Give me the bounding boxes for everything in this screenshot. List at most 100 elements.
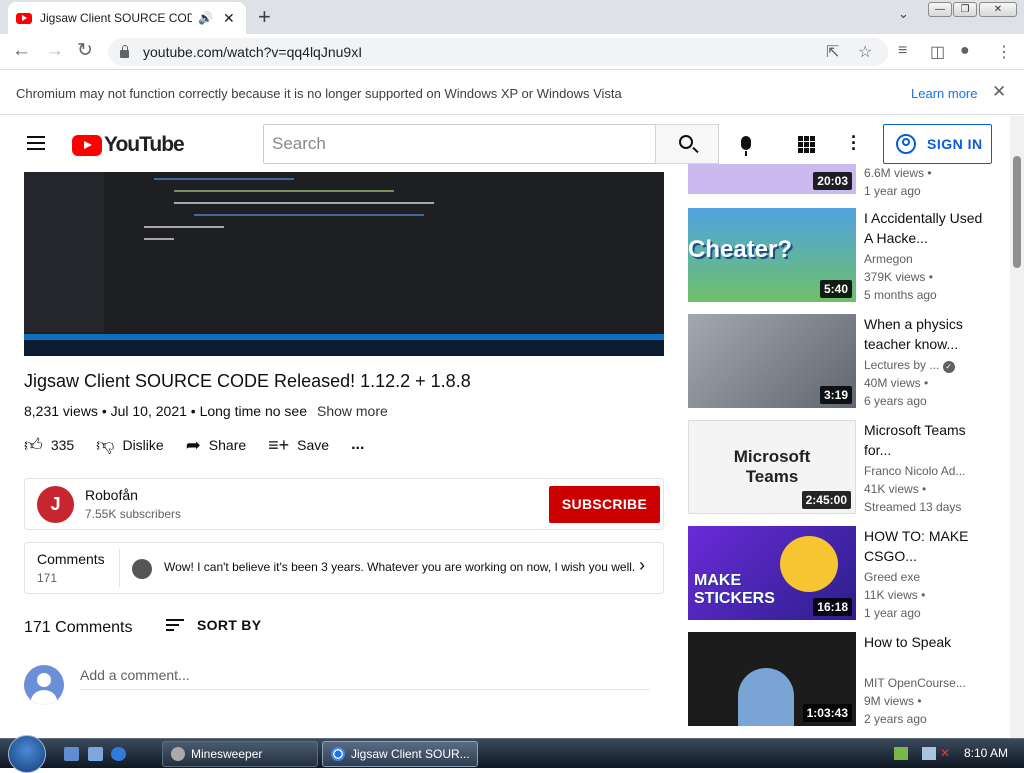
video-thumbnail[interactable]: 1:03:43	[688, 632, 856, 726]
more-actions-button[interactable]: ...	[351, 436, 364, 454]
video-views: 40M views •	[864, 376, 929, 390]
recommended-video[interactable]: Microsoft Teams 2:45:00 Microsoft Teams …	[688, 420, 1004, 516]
youtube-logo[interactable]: YouTube	[72, 133, 185, 157]
share-page-icon[interactable]: ⇱	[826, 42, 839, 62]
channel-name[interactable]: Robofån	[85, 487, 138, 503]
share-label: Share	[208, 437, 247, 453]
video-title[interactable]: Microsoft Teams for...	[864, 420, 988, 460]
chromium-icon	[331, 747, 345, 761]
learn-more-link[interactable]: Learn more	[911, 86, 977, 101]
video-title[interactable]: HOW TO: MAKE CSGO...	[864, 526, 988, 566]
settings-more-icon[interactable]: · · ·	[851, 128, 857, 158]
sort-by-button[interactable]: SORT BY	[166, 617, 261, 633]
scrollbar-thumb[interactable]	[1013, 156, 1021, 268]
video-duration: 5:40	[819, 280, 852, 298]
maximize-button[interactable]: ❐	[953, 2, 977, 17]
thumbs-up-icon: 👍︎	[24, 435, 43, 455]
video-duration: 2:45:00	[801, 491, 851, 509]
code-line	[154, 178, 294, 180]
comments-teaser[interactable]: Comments 171 Wow! I can't believe it's b…	[24, 542, 664, 594]
apps-grid-icon[interactable]	[798, 136, 815, 153]
code-file-tree	[24, 172, 104, 332]
add-comment-input[interactable]: Add a comment...	[80, 667, 650, 690]
bookmark-star-icon[interactable]: ☆	[858, 42, 872, 62]
code-line	[174, 190, 394, 192]
channel-name[interactable]: Lectures by ... ✓	[864, 358, 955, 373]
media-control-icon[interactable]: ≡	[898, 42, 907, 60]
recommended-video[interactable]: Cheater? 5:40 I Accidentally Used A Hack…	[688, 208, 1004, 304]
address-bar[interactable]: youtube.com/watch?v=qq4lqJnu9xI	[108, 38, 888, 66]
browser-menu-icon[interactable]: ⋮	[996, 42, 1012, 62]
share-arrow-icon: ➦	[185, 434, 201, 455]
subscribe-button[interactable]: SUBSCRIBE	[549, 486, 660, 523]
dislike-button[interactable]: 👎︎ Dislike	[96, 434, 164, 456]
close-tab-icon[interactable]: ✕	[223, 10, 235, 27]
reload-icon[interactable]: ↻	[77, 40, 93, 62]
show-desktop-icon[interactable]	[64, 747, 79, 761]
video-age: Streamed 13 days	[864, 500, 962, 514]
save-button[interactable]: ≡+ Save	[268, 435, 329, 456]
chevron-right-icon[interactable]: ›	[639, 555, 645, 576]
tab-search-chevron-icon[interactable]: ⌄	[898, 6, 909, 22]
sign-in-button[interactable]: SIGN IN	[883, 124, 992, 164]
close-window-button[interactable]: ✕	[979, 2, 1017, 17]
channel-avatar[interactable]: J	[37, 486, 74, 523]
video-age: 2 years ago	[864, 712, 927, 726]
tab-title: Jigsaw Client SOURCE CODE	[40, 11, 192, 25]
recommended-video[interactable]: 3:19 When a physics teacher know... Lect…	[688, 314, 1004, 410]
channel-name[interactable]: Armegon	[864, 252, 913, 266]
forward-icon[interactable]: →	[45, 40, 64, 62]
video-player[interactable]	[24, 172, 664, 356]
recommended-video[interactable]: 20:03 6.6M views • 1 year ago	[688, 164, 1004, 202]
voice-search-mic-icon[interactable]	[741, 136, 751, 156]
volume-muted-icon[interactable]: ✕	[940, 747, 954, 760]
video-title[interactable]: How to Speak	[864, 632, 988, 652]
channel-row: J Robofån 7.55K subscribers SUBSCRIBE	[24, 478, 664, 530]
share-button[interactable]: ➦ Share	[186, 435, 246, 456]
video-views-date: 8,231 views • Jul 10, 2021 • Long time n…	[24, 403, 307, 419]
internet-explorer-icon[interactable]	[111, 747, 126, 761]
search-button[interactable]	[655, 124, 719, 164]
comments-label: Comments	[37, 551, 105, 567]
search-input[interactable]: Search	[263, 124, 656, 164]
show-more-link[interactable]: Show more	[317, 403, 388, 419]
channel-name[interactable]: Greed exe	[864, 570, 920, 584]
minimize-button[interactable]: —	[928, 2, 952, 17]
channel-name[interactable]: Franco Nicolo Ad...	[864, 464, 965, 478]
close-infobar-icon[interactable]: ✕	[992, 82, 1006, 102]
like-button[interactable]: 👍︎ 335	[24, 434, 74, 456]
unsupported-os-infobar: Chromium may not function correctly beca…	[0, 71, 1024, 115]
video-duration: 3:19	[819, 386, 852, 404]
back-icon[interactable]: ←	[12, 40, 31, 62]
recommended-video[interactable]: 1:03:43 How to Speak MIT OpenCourse... 9…	[688, 632, 1004, 728]
video-age: 6 years ago	[864, 394, 927, 408]
taskbar-minesweeper[interactable]: Minesweeper	[162, 741, 318, 767]
video-thumbnail[interactable]: Microsoft Teams 2:45:00	[688, 420, 856, 514]
lock-icon	[120, 45, 129, 58]
speaker-icon[interactable]: 🔊	[198, 11, 213, 25]
page-scrollbar[interactable]	[1010, 116, 1024, 738]
video-thumbnail[interactable]: 20:03	[688, 164, 856, 194]
monitor-tray-icon[interactable]	[922, 747, 936, 760]
taskbar-browser[interactable]: Jigsaw Client SOUR...	[322, 741, 478, 767]
video-thumbnail[interactable]: 3:19	[688, 314, 856, 408]
recommended-video[interactable]: MAKE STICKERS 16:18 HOW TO: MAKE CSGO...…	[688, 526, 1004, 622]
network-tray-icon[interactable]	[894, 747, 908, 760]
browser-tab[interactable]: Jigsaw Client SOURCE CODE 🔊 ✕	[8, 2, 246, 34]
more-horizontal-icon: ...	[351, 436, 365, 453]
commenter-avatar	[132, 559, 152, 579]
new-tab-icon[interactable]: +	[258, 4, 271, 30]
video-thumbnail[interactable]: MAKE STICKERS 16:18	[688, 526, 856, 620]
channel-name[interactable]: MIT OpenCourse...	[864, 676, 966, 690]
video-thumbnail[interactable]: Cheater? 5:40	[688, 208, 856, 302]
hamburger-menu-icon[interactable]	[27, 136, 45, 150]
video-title[interactable]: I Accidentally Used A Hacke...	[864, 208, 988, 248]
start-button[interactable]	[8, 735, 46, 773]
clock[interactable]: 8:10 AM	[964, 746, 1008, 760]
side-panel-icon[interactable]: ◫	[930, 42, 945, 62]
video-title[interactable]: When a physics teacher know...	[864, 314, 988, 354]
profile-icon[interactable]: ●	[960, 42, 970, 60]
video-age: 5 months ago	[864, 288, 937, 302]
switch-windows-icon[interactable]	[88, 747, 103, 761]
video-views: 6.6M views •	[864, 166, 932, 180]
